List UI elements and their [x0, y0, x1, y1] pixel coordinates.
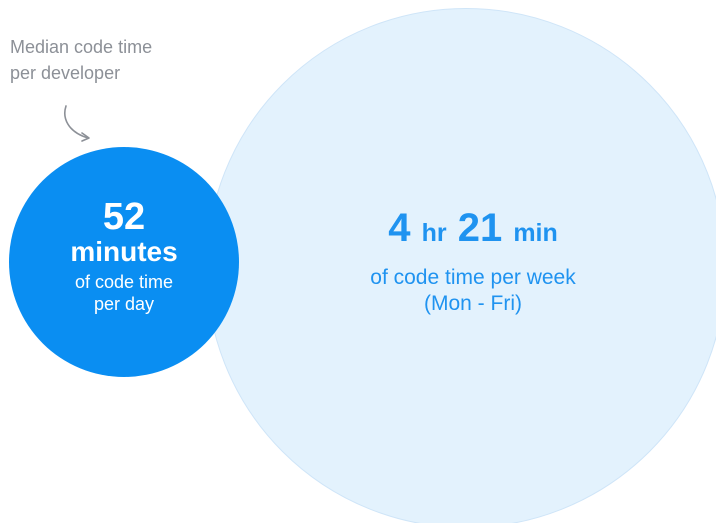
weekly-hours-value: 4: [388, 206, 411, 250]
weekly-minutes-value: 21: [457, 206, 503, 250]
daily-unit: minutes: [70, 236, 178, 267]
code-time-infographic: Median code time per developer 4 hr 21 m…: [0, 0, 716, 523]
weekly-stat: 4 hr 21 min of code time per week (Mon -…: [298, 204, 648, 317]
daily-description: of code time per day: [9, 271, 239, 315]
weekly-hours-unit: hr: [421, 219, 447, 247]
daily-value: 52: [102, 196, 146, 238]
curved-arrow-icon: [64, 105, 90, 142]
weekly-headline: 4 hr 21 min: [298, 204, 648, 257]
weekly-description: of code time per week (Mon - Fri): [298, 265, 648, 317]
caption-line-1: Median code time: [10, 37, 153, 57]
daily-line-1: of code time: [74, 272, 174, 292]
daily-line-2: per day: [93, 294, 155, 314]
weekly-line-1: of code time per week: [370, 266, 576, 289]
weekly-line-2: (Mon - Fri): [424, 292, 522, 315]
weekly-minutes-unit: min: [513, 219, 558, 247]
caption: Median code time per developer: [10, 34, 240, 86]
caption-line-2: per developer: [10, 63, 121, 83]
daily-stat: 52 minutes of code time per day: [9, 197, 239, 315]
